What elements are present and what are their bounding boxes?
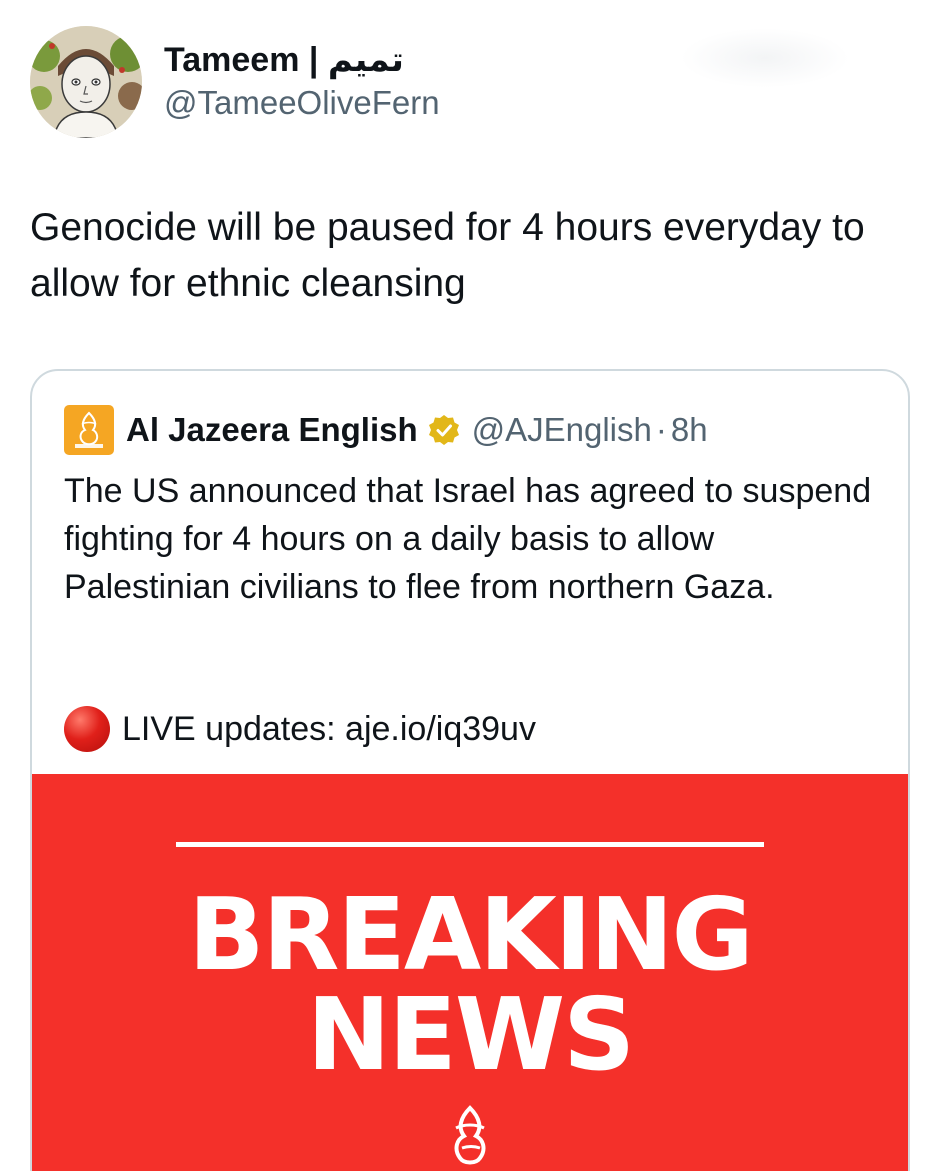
separator-dot: · — [655, 411, 667, 448]
author-handle[interactable]: @TameeOliveFern — [164, 84, 440, 122]
al-jazeera-mark-icon — [75, 411, 103, 448]
verified-badge-icon — [428, 415, 459, 445]
al-jazeera-logo-icon[interactable] — [64, 405, 114, 455]
tweet-screenshot: Tameem | تميم @TameeOliveFern Genocide w… — [0, 0, 937, 1171]
quoted-tweet-card[interactable]: Al Jazeera English @AJEnglish · 8h The U… — [30, 369, 910, 1171]
author-name[interactable]: Tameem | تميم — [164, 38, 404, 82]
author-name-text[interactable]: Tameem | تميم — [164, 40, 404, 80]
quoted-tweet-text: The US announced that Israel has agreed … — [64, 472, 872, 606]
quoted-tweet-header: Al Jazeera English @AJEnglish · 8h — [64, 403, 708, 457]
quoted-author-handle[interactable]: @AJEnglish — [472, 411, 652, 449]
tweet-text: Genocide will be paused for 4 hours ever… — [30, 206, 865, 305]
avatar-illustration-icon — [30, 26, 142, 138]
avatar[interactable] — [30, 26, 142, 138]
live-updates-row: LIVE updates: aje.io/iq39uv — [64, 705, 536, 753]
red-circle-icon — [64, 706, 110, 752]
breaking-news-image[interactable]: BREAKING NEWS — [32, 774, 908, 1171]
al-jazeera-calligraphy-icon — [454, 1105, 486, 1165]
breaking-text: BREAKING — [188, 876, 753, 993]
quoted-tweet-time[interactable]: 8h — [671, 411, 708, 449]
blurred-watermark — [680, 28, 850, 88]
quoted-author-name[interactable]: Al Jazeera English — [126, 411, 418, 449]
live-updates-text[interactable]: LIVE updates: aje.io/iq39uv — [122, 710, 536, 749]
news-text: NEWS — [306, 976, 635, 1093]
image-divider-line — [176, 842, 764, 847]
